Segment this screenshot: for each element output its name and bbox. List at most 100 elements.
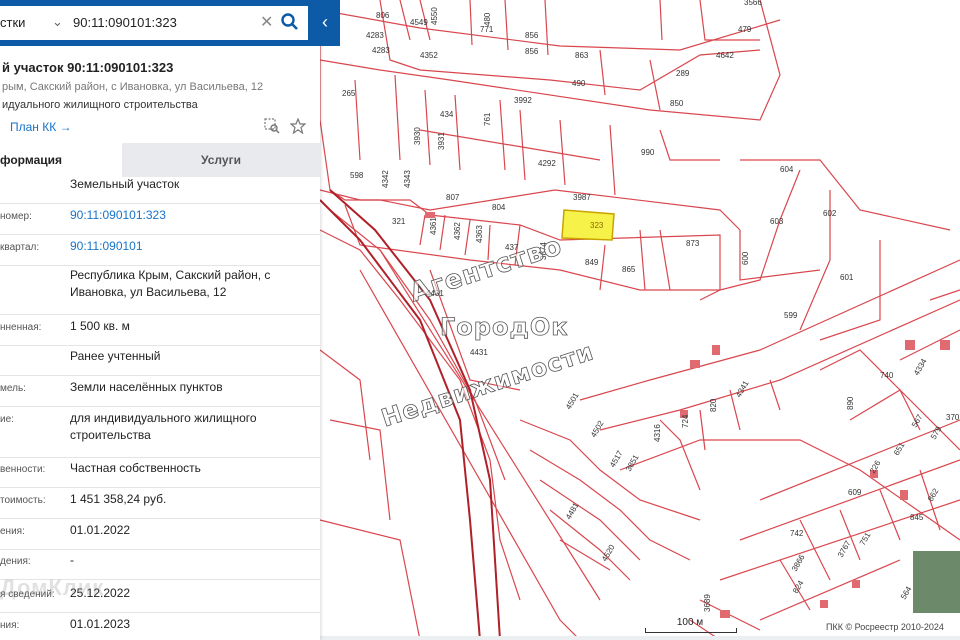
attribute-label: тоимость: [0, 495, 46, 506]
attribute-value: Земельный участок [70, 177, 180, 191]
parcel-number-label: 602 [823, 209, 837, 218]
parcel-address: рым, Сакский район, с Ивановка, ул Васил… [2, 81, 264, 93]
attribute-row: ения: 01.01.2022 [0, 521, 320, 550]
parcel-number-label: 4361 [429, 217, 438, 235]
search-input[interactable]: 90:11:090101:323 [73, 15, 177, 30]
parcel-number-label: 4550 [430, 7, 439, 25]
parcel-number-label: 599 [784, 311, 798, 320]
parcel-number-label: 3987 [573, 193, 591, 202]
parcel-number-label: 4549 [410, 18, 428, 27]
parcel-number-label: 601 [840, 273, 854, 282]
search-bar: стки ⌄ 90:11:090101:323 ✕ [0, 0, 310, 46]
attribute-row: ния: 01.01.2023 [0, 615, 320, 640]
scale-bar [645, 628, 737, 633]
collapse-panel-button[interactable]: ‹ [310, 0, 340, 46]
search-box: стки ⌄ 90:11:090101:323 ✕ [0, 6, 308, 40]
parcel-number-label: 289 [676, 69, 690, 78]
parcel-number-label: 4431 [470, 348, 488, 357]
parcel-number-label: 323 [590, 221, 604, 230]
parcel-number-label: 4283 [366, 31, 384, 40]
parcel-number-label: 724 [681, 414, 690, 428]
attribute-value: 1 500 кв. м [70, 319, 130, 333]
parcel-number-label: 480 [483, 12, 492, 26]
parcel-number-label: 4362 [453, 222, 462, 240]
search-category[interactable]: стки [0, 15, 25, 30]
info-panel: стки ⌄ 90:11:090101:323 ✕ й участок 90:1… [0, 0, 320, 640]
parcel-number-label: 4343 [403, 170, 412, 188]
attribute-label: ие: [0, 414, 14, 425]
attribute-label: номер: [0, 211, 32, 222]
star-icon[interactable] [289, 117, 308, 135]
attribute-value[interactable]: 90:11:090101 [70, 238, 315, 255]
attribute-label: дения: [0, 556, 31, 567]
parcel-number-label: 479 [738, 25, 752, 34]
parcel-number-label: 804 [492, 203, 506, 212]
scale-label: 100 м [676, 617, 704, 628]
attribute-row: номер: 90:11:090101:323 [0, 206, 320, 235]
attribute-label: венности: [0, 464, 46, 475]
parcel-number-label: 845 [910, 513, 924, 522]
parcel-number-label: 3689 [703, 594, 712, 612]
parcel-number-label: 807 [446, 193, 460, 202]
parcel-number-label: 771 [480, 25, 494, 34]
parcel-number-label: 3992 [514, 96, 532, 105]
attribute-row: ие: для индивидуального жилищного строите… [0, 409, 320, 458]
attribute-value: - [70, 553, 74, 567]
parcel-number-label: 604 [780, 165, 794, 174]
tab-services[interactable]: Услуги [122, 143, 320, 177]
parcel-number-label: 820 [709, 398, 718, 412]
plan-kk-link[interactable]: План КК → [10, 120, 72, 134]
parcel-number-label: 4363 [475, 225, 484, 243]
chevron-down-icon[interactable]: ⌄ [52, 14, 63, 30]
parcel-number-label: 990 [641, 148, 655, 157]
panel-tabs: формация Услуги [0, 143, 320, 177]
tab-info[interactable]: формация [0, 143, 122, 177]
search-icon[interactable] [280, 12, 300, 32]
attribute-label: ния: [0, 620, 20, 631]
attribute-label: мель: [0, 383, 26, 394]
parcel-number-label: 890 [846, 396, 855, 410]
attribute-value: 1 451 358,24 руб. [70, 492, 167, 506]
zoom-to-icon[interactable] [264, 118, 280, 134]
parcel-number-label: 434 [440, 110, 454, 119]
parcel-number-label: 863 [575, 51, 589, 60]
attribute-label: нненная: [0, 322, 42, 333]
basemap-thumbnail[interactable] [912, 550, 960, 614]
selected-parcel [561, 209, 615, 241]
attribute-value: 01.01.2022 [70, 523, 131, 537]
parcel-number-label: 3931 [437, 132, 446, 150]
attribute-row: Республика Крым, Сакский район, с Иванов… [0, 266, 320, 315]
map-watermark-line2: ГородОк [440, 313, 569, 341]
attribute-value: Частная собственность [70, 461, 201, 475]
parcel-number-label: 740 [880, 371, 894, 380]
attribute-label: квартал: [0, 242, 40, 253]
parcel-number-label: 4316 [653, 424, 662, 442]
close-icon[interactable]: ✕ [260, 12, 273, 32]
attribute-row: Ранее учтенный [0, 347, 320, 376]
parcel-number-label: 4352 [420, 51, 438, 60]
parcel-number-label: 849 [585, 258, 599, 267]
parcel-number-label: 3566 [744, 0, 762, 7]
parcel-number-label: 598 [350, 171, 364, 180]
copyright: ПКК © Росреестр 2010-2024 [826, 622, 944, 632]
parcel-number-label: 370 [946, 413, 960, 422]
parcel-number-label: 4283 [372, 46, 390, 55]
parcel-number-label: 3930 [413, 127, 422, 145]
attribute-value: Ранее учтенный [70, 349, 161, 363]
parcel-number-label: 490 [572, 79, 586, 88]
domclick-watermark: ДомКлик [0, 575, 105, 600]
attribute-row: венности: Частная собственность [0, 459, 320, 488]
parcel-number-label: 600 [741, 251, 750, 265]
parcel-number-label: 4642 [716, 51, 734, 60]
parcel-number-label: 761 [483, 112, 492, 126]
attribute-value: 01.01.2023 [70, 617, 131, 631]
attribute-row: нненная: 1 500 кв. м [0, 317, 320, 346]
parcel-number-label: 4292 [538, 159, 556, 168]
parcel-number-label: 4342 [381, 170, 390, 188]
parcel-number-label: 265 [342, 89, 356, 98]
attribute-row: квартал: 90:11:090101 [0, 237, 320, 266]
parcel-number-label: 603 [770, 217, 784, 226]
attribute-row: тоимость: 1 451 358,24 руб. [0, 490, 320, 519]
parcel-purpose: идуального жилищного строительства [2, 99, 198, 111]
attribute-value[interactable]: 90:11:090101:323 [70, 207, 315, 224]
